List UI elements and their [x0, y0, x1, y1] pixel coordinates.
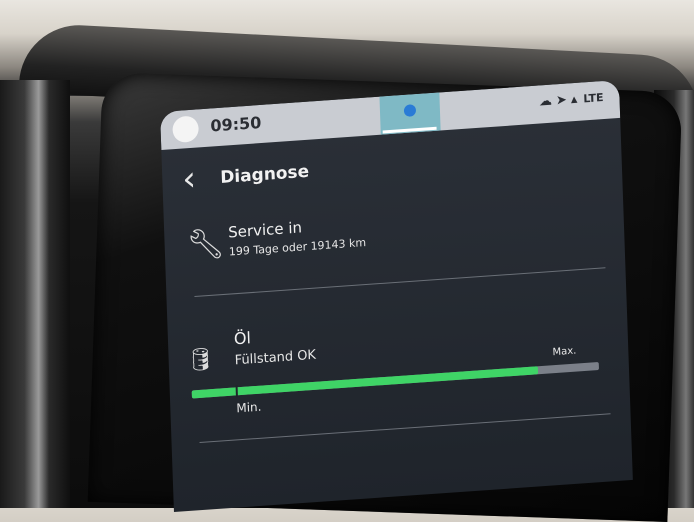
oil-title: Öl [233, 328, 252, 349]
min-label: Min. [236, 399, 262, 416]
min-tick [235, 385, 238, 398]
page-title: Diagnose [219, 161, 310, 188]
oil-status: Füllstand OK [234, 347, 317, 369]
service-row[interactable]: 🔧︎ Service in 199 Tage oder 19143 km [164, 190, 625, 292]
signal-icon: ▴ [570, 91, 582, 108]
back-icon[interactable]: ‹ [182, 159, 197, 200]
status-icons: ☁➤▴ LTE [539, 90, 604, 110]
max-label: Max. [552, 345, 577, 359]
cloud-icon: ☁ [538, 93, 557, 110]
lte-icon: LTE [583, 91, 604, 106]
oil-level-gauge [191, 362, 600, 399]
profile-avatar[interactable] [172, 115, 200, 144]
oil-can-icon: 🛢︎ [186, 346, 216, 374]
oil-level-fill [191, 366, 538, 399]
clock: 09:50 [210, 112, 262, 136]
location-arrow-icon: ➤ [555, 92, 572, 109]
wrench-icon: 🔧︎ [186, 225, 226, 264]
left-trim [0, 80, 70, 508]
oil-row: 🛢︎ Öl Füllstand OK Max. Min. [168, 300, 632, 482]
service-title: Service in [227, 218, 303, 242]
infotainment-screen: 09:50 ☁➤▴ LTE ‹ Diagnose 🔧︎ Service in 19… [160, 79, 633, 513]
